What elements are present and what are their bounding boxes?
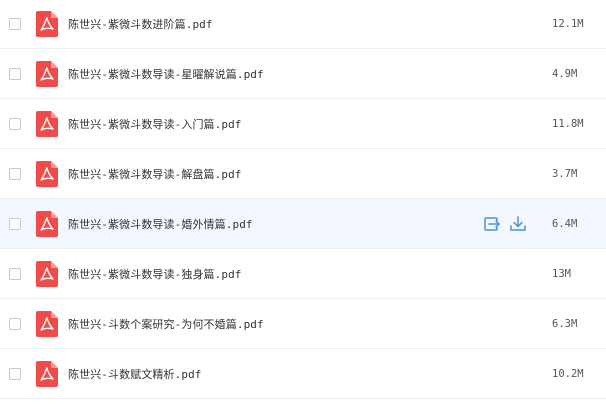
row-checkbox[interactable] bbox=[9, 67, 21, 80]
file-list: 陈世兴-紫微斗数进阶篇.pdf 12.1M 陈世兴-紫微斗数导读-星曜解说篇.p… bbox=[0, 0, 606, 404]
file-name[interactable]: 陈世兴-紫微斗数进阶篇.pdf bbox=[68, 16, 213, 32]
pdf-file-icon bbox=[36, 60, 58, 87]
file-name[interactable]: 陈世兴-紫微斗数导读-星曜解说篇.pdf bbox=[68, 66, 264, 82]
row-checkbox[interactable] bbox=[9, 267, 21, 280]
file-row[interactable]: 陈世兴-斗数个案研究-为何不婚篇.pdf 6.3M bbox=[0, 299, 606, 349]
file-name[interactable]: 陈世兴-紫微斗数导读-解盘篇.pdf bbox=[68, 166, 242, 182]
pdf-file-icon bbox=[36, 11, 58, 37]
download-icon[interactable] bbox=[509, 215, 527, 233]
file-name[interactable]: 陈世兴-紫微斗数导读-入门篇.pdf bbox=[68, 116, 242, 132]
row-checkbox[interactable] bbox=[9, 18, 21, 30]
pdf-file-icon bbox=[36, 260, 58, 287]
file-row[interactable]: 陈世兴-紫微斗数导读-入门篇.pdf 11.8M bbox=[0, 99, 606, 149]
file-name[interactable]: 陈世兴-紫微斗数导读-独身篇.pdf bbox=[68, 266, 242, 282]
file-size: 13M bbox=[552, 267, 571, 280]
row-checkbox[interactable] bbox=[9, 167, 21, 180]
file-size: 4.9M bbox=[552, 67, 578, 80]
file-size: 3.7M bbox=[552, 167, 578, 180]
row-checkbox[interactable] bbox=[9, 217, 21, 230]
file-size: 12.1M bbox=[552, 18, 584, 30]
file-row[interactable]: 陈世兴-斗数赋文精析.pdf 10.2M bbox=[0, 349, 606, 399]
file-row[interactable]: 陈世兴-紫微斗数导读-解盘篇.pdf 3.7M bbox=[0, 149, 606, 199]
file-size: 11.8M bbox=[552, 117, 584, 130]
file-name[interactable]: 陈世兴-斗数赋文精析.pdf bbox=[68, 366, 202, 382]
file-size: 6.4M bbox=[552, 217, 578, 230]
pdf-file-icon bbox=[36, 360, 58, 387]
file-row[interactable]: 陈世兴-紫微斗数进阶篇.pdf 12.1M bbox=[0, 0, 606, 49]
pdf-file-icon bbox=[36, 110, 58, 137]
file-name[interactable]: 陈世兴-斗数个案研究-为何不婚篇.pdf bbox=[68, 316, 264, 332]
file-row-hovered[interactable]: 陈世兴-紫微斗数导读-婚外情篇.pdf 6.4M bbox=[0, 199, 606, 249]
file-name[interactable]: 陈世兴-紫微斗数导读-婚外情篇.pdf bbox=[68, 216, 253, 232]
row-checkbox[interactable] bbox=[9, 317, 21, 330]
share-icon[interactable] bbox=[483, 215, 501, 233]
pdf-file-icon bbox=[36, 160, 58, 187]
pdf-file-icon bbox=[36, 210, 58, 237]
row-checkbox[interactable] bbox=[9, 367, 21, 380]
file-size: 6.3M bbox=[552, 317, 578, 330]
pdf-file-icon bbox=[36, 310, 58, 337]
file-size: 10.2M bbox=[552, 367, 584, 380]
file-row[interactable]: 陈世兴-紫微斗数导读-星曜解说篇.pdf 4.9M bbox=[0, 49, 606, 99]
row-checkbox[interactable] bbox=[9, 117, 21, 130]
file-row[interactable]: 陈世兴-紫微斗数导读-独身篇.pdf 13M bbox=[0, 249, 606, 299]
